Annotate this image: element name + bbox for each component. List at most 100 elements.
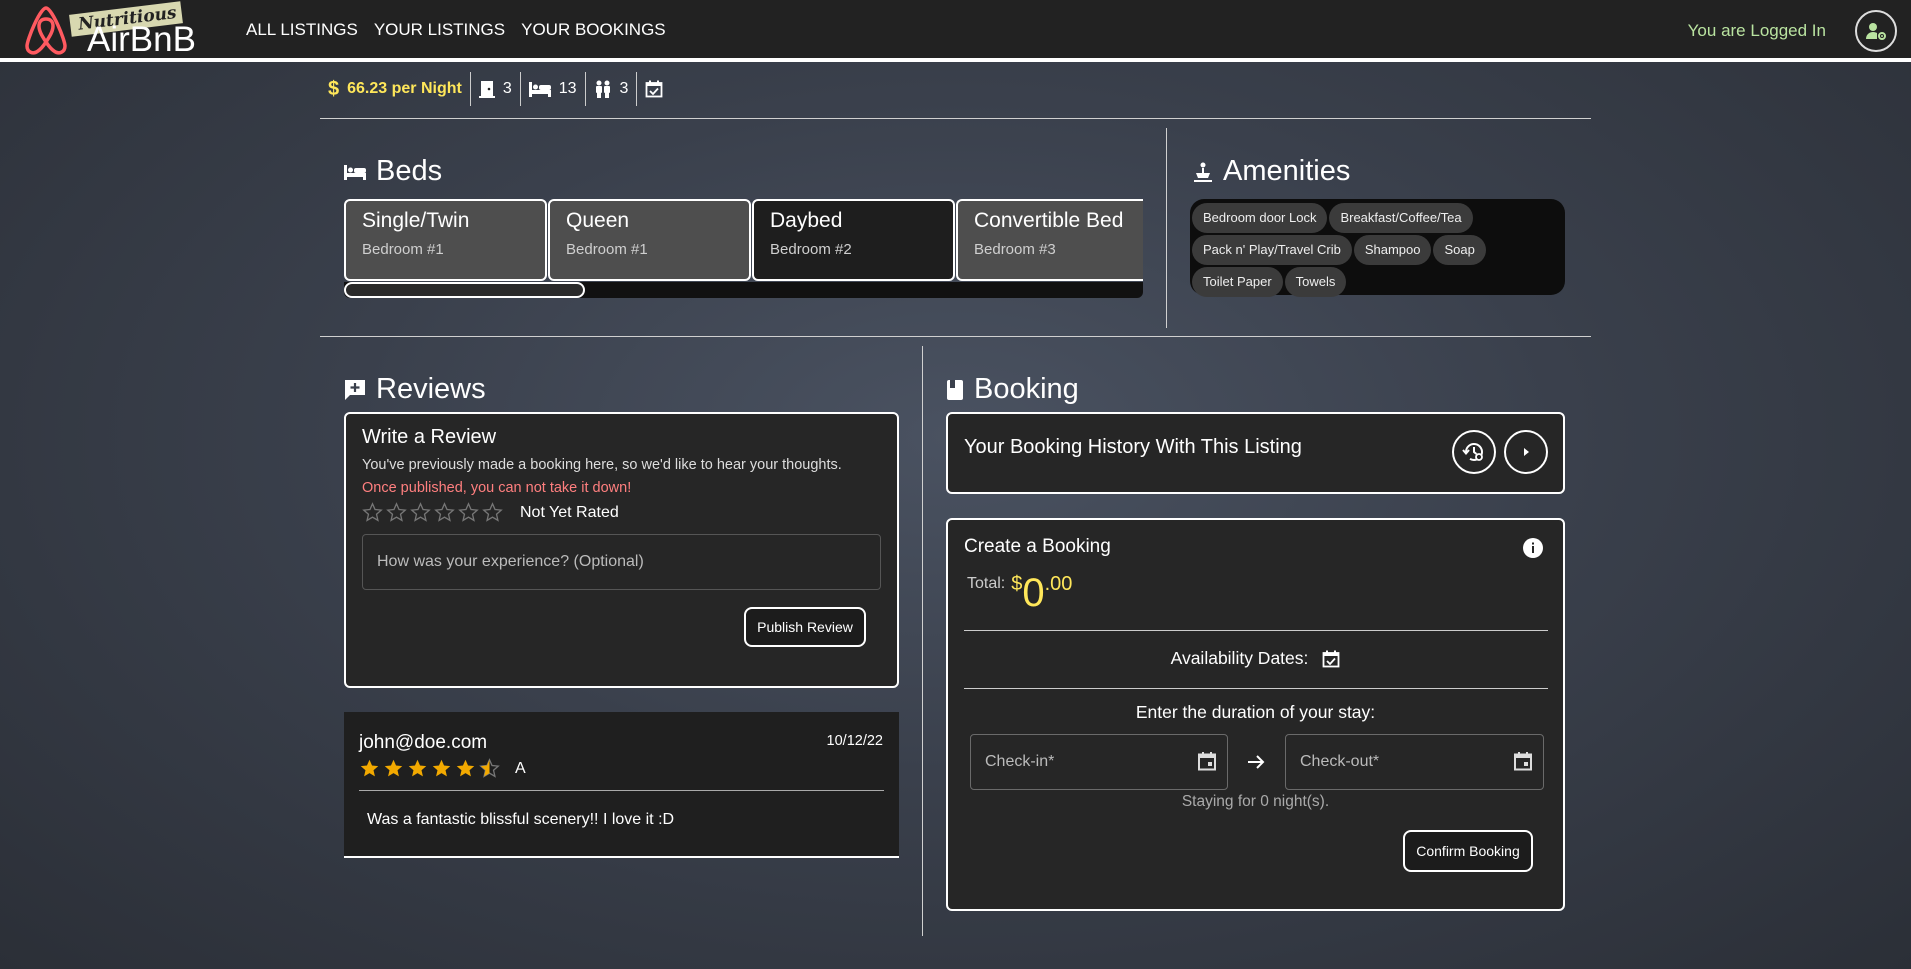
- price-per-night: 66.23 per Night: [347, 80, 462, 97]
- reviews-section-title: Reviews: [344, 373, 486, 406]
- bed-room: Bedroom #2: [770, 241, 852, 258]
- rating-input[interactable]: Not Yet Rated: [362, 502, 619, 523]
- book-icon: [947, 379, 963, 400]
- nav-your-listings[interactable]: YOUR LISTINGS: [374, 20, 505, 40]
- bed-icon: [344, 164, 366, 180]
- listing-info-bar: $ 66.23 per Night 3 13 3: [320, 72, 671, 106]
- booking-title: Booking: [974, 373, 1079, 405]
- star-empty-icon[interactable]: [458, 502, 479, 523]
- review-grade: A: [515, 760, 526, 777]
- user-gear-icon: [1866, 23, 1886, 40]
- guests-icon: [595, 80, 610, 98]
- staying-text: Staying for 0 night(s).: [1181, 793, 1330, 810]
- history-gear-icon: [1462, 443, 1483, 461]
- review-text-input[interactable]: How was your experience? (Optional): [362, 534, 881, 590]
- amenity-chip: Towels: [1284, 267, 1347, 297]
- amenities-icon: [1194, 162, 1212, 182]
- amenity-chip: Bedroom door Lock: [1192, 203, 1328, 233]
- guests-cell: 3: [586, 72, 638, 106]
- availability-row[interactable]: Availability Dates:: [948, 648, 1563, 669]
- user-settings-button[interactable]: [1855, 10, 1897, 52]
- nav-all-listings[interactable]: ALL LISTINGS: [246, 20, 358, 40]
- airbnb-logo-icon: [25, 6, 67, 55]
- bedrooms-count: 3: [502, 80, 512, 97]
- beds-cell: 13: [521, 72, 586, 106]
- bed-type: Convertible Bed: [974, 209, 1124, 232]
- confirm-booking-button[interactable]: Confirm Booking: [1403, 830, 1533, 872]
- calendar-icon[interactable]: [1197, 751, 1217, 771]
- divider: [922, 346, 923, 936]
- booking-total: Total: $ 0 .00: [967, 573, 1072, 613]
- history-expand-button[interactable]: [1504, 430, 1548, 474]
- review-divider: [359, 790, 884, 791]
- availability-label: Availability Dates:: [1170, 648, 1309, 668]
- star-filled-icon: [360, 759, 379, 777]
- bed-type: Queen: [566, 209, 630, 232]
- arrow-right-icon: [1248, 755, 1265, 769]
- duration-label: Enter the duration of your stay:: [1135, 702, 1376, 722]
- review-text: Was a fantastic blissful scenery!! I lov…: [367, 811, 675, 828]
- amenities-title: Amenities: [1223, 155, 1351, 187]
- total-decimal: .00: [1044, 573, 1073, 595]
- bed-room: Bedroom #3: [974, 241, 1056, 258]
- beds-count: 13: [558, 80, 577, 97]
- dollar-icon: $: [328, 77, 340, 100]
- guests-count: 3: [619, 80, 629, 97]
- beds-scrollbar-thumb[interactable]: [344, 282, 585, 298]
- bed-card: Queen Bedroom #1: [548, 199, 751, 281]
- divider: [320, 118, 1591, 119]
- checkin-input[interactable]: Check-in*: [970, 734, 1228, 790]
- calendar-icon[interactable]: [1513, 751, 1533, 771]
- history-settings-button[interactable]: [1452, 430, 1496, 474]
- checkout-input[interactable]: Check-out*: [1285, 734, 1544, 790]
- star-filled-icon: [384, 759, 403, 777]
- write-review-warning: Once published, you can not take it down…: [362, 480, 632, 496]
- star-empty-icon[interactable]: [482, 502, 503, 523]
- write-review-heading: Write a Review: [362, 426, 497, 448]
- review-date: 10/12/22: [826, 733, 883, 749]
- chevron-right-icon: [1524, 448, 1529, 456]
- availability-cell[interactable]: [637, 72, 671, 106]
- checkout-placeholder: Check-out*: [1300, 753, 1380, 770]
- bed-card: Daybed Bedroom #2: [752, 199, 955, 281]
- star-filled-icon: [432, 759, 451, 777]
- star-empty-icon[interactable]: [410, 502, 431, 523]
- review-add-icon: [345, 379, 365, 400]
- review-author: john@doe.com: [359, 732, 488, 753]
- create-booking-card: Create a Booking Total: $ 0 .00 Availabi…: [946, 518, 1565, 911]
- nav-your-bookings[interactable]: YOUR BOOKINGS: [521, 20, 666, 40]
- star-filled-icon: [408, 759, 427, 777]
- write-review-note: You've previously made a booking here, s…: [362, 457, 842, 473]
- bedrooms-cell: 3: [471, 72, 521, 106]
- divider: [964, 688, 1548, 689]
- rating-label: Not Yet Rated: [520, 504, 619, 521]
- star-empty-icon[interactable]: [362, 502, 383, 523]
- create-booking-heading: Create a Booking: [964, 536, 1111, 557]
- amenity-chip: Breakfast/Coffee/Tea: [1329, 203, 1473, 233]
- divider: [320, 336, 1591, 337]
- bed-card: Convertible Bed Bedroom #3: [956, 199, 1143, 281]
- review-rating: A: [359, 758, 526, 779]
- beds-title: Beds: [376, 155, 443, 187]
- reviews-title: Reviews: [376, 373, 486, 405]
- bed-type: Single/Twin: [362, 209, 470, 232]
- main-nav: ALL LISTINGS YOUR LISTINGS YOUR BOOKINGS: [246, 20, 666, 40]
- info-icon[interactable]: [1522, 537, 1544, 559]
- star-empty-icon[interactable]: [386, 502, 407, 523]
- review-item: john@doe.com 10/12/22 A Was a fantastic …: [344, 712, 899, 858]
- total-label: Total:: [967, 575, 1006, 592]
- amenities-section-title: Amenities: [1193, 155, 1350, 188]
- publish-review-button[interactable]: Publish Review: [744, 607, 866, 647]
- star-half-icon: [479, 758, 500, 778]
- total-integer: 0: [1022, 571, 1045, 615]
- login-status: You are Logged In: [1687, 21, 1826, 40]
- bed-icon: [528, 82, 551, 97]
- booking-history-card: Your Booking History With This Listing: [946, 412, 1565, 494]
- write-review-card: Write a Review You've previously made a …: [344, 412, 899, 688]
- logo[interactable]: Nutritious AirBnB: [22, 1, 202, 59]
- booking-section-title: Booking: [946, 373, 1079, 406]
- divider: [1166, 128, 1167, 328]
- star-empty-icon[interactable]: [434, 502, 455, 523]
- top-bar: Nutritious AirBnB ALL LISTINGS YOUR LIST…: [0, 0, 1911, 62]
- star-filled-icon: [456, 759, 475, 777]
